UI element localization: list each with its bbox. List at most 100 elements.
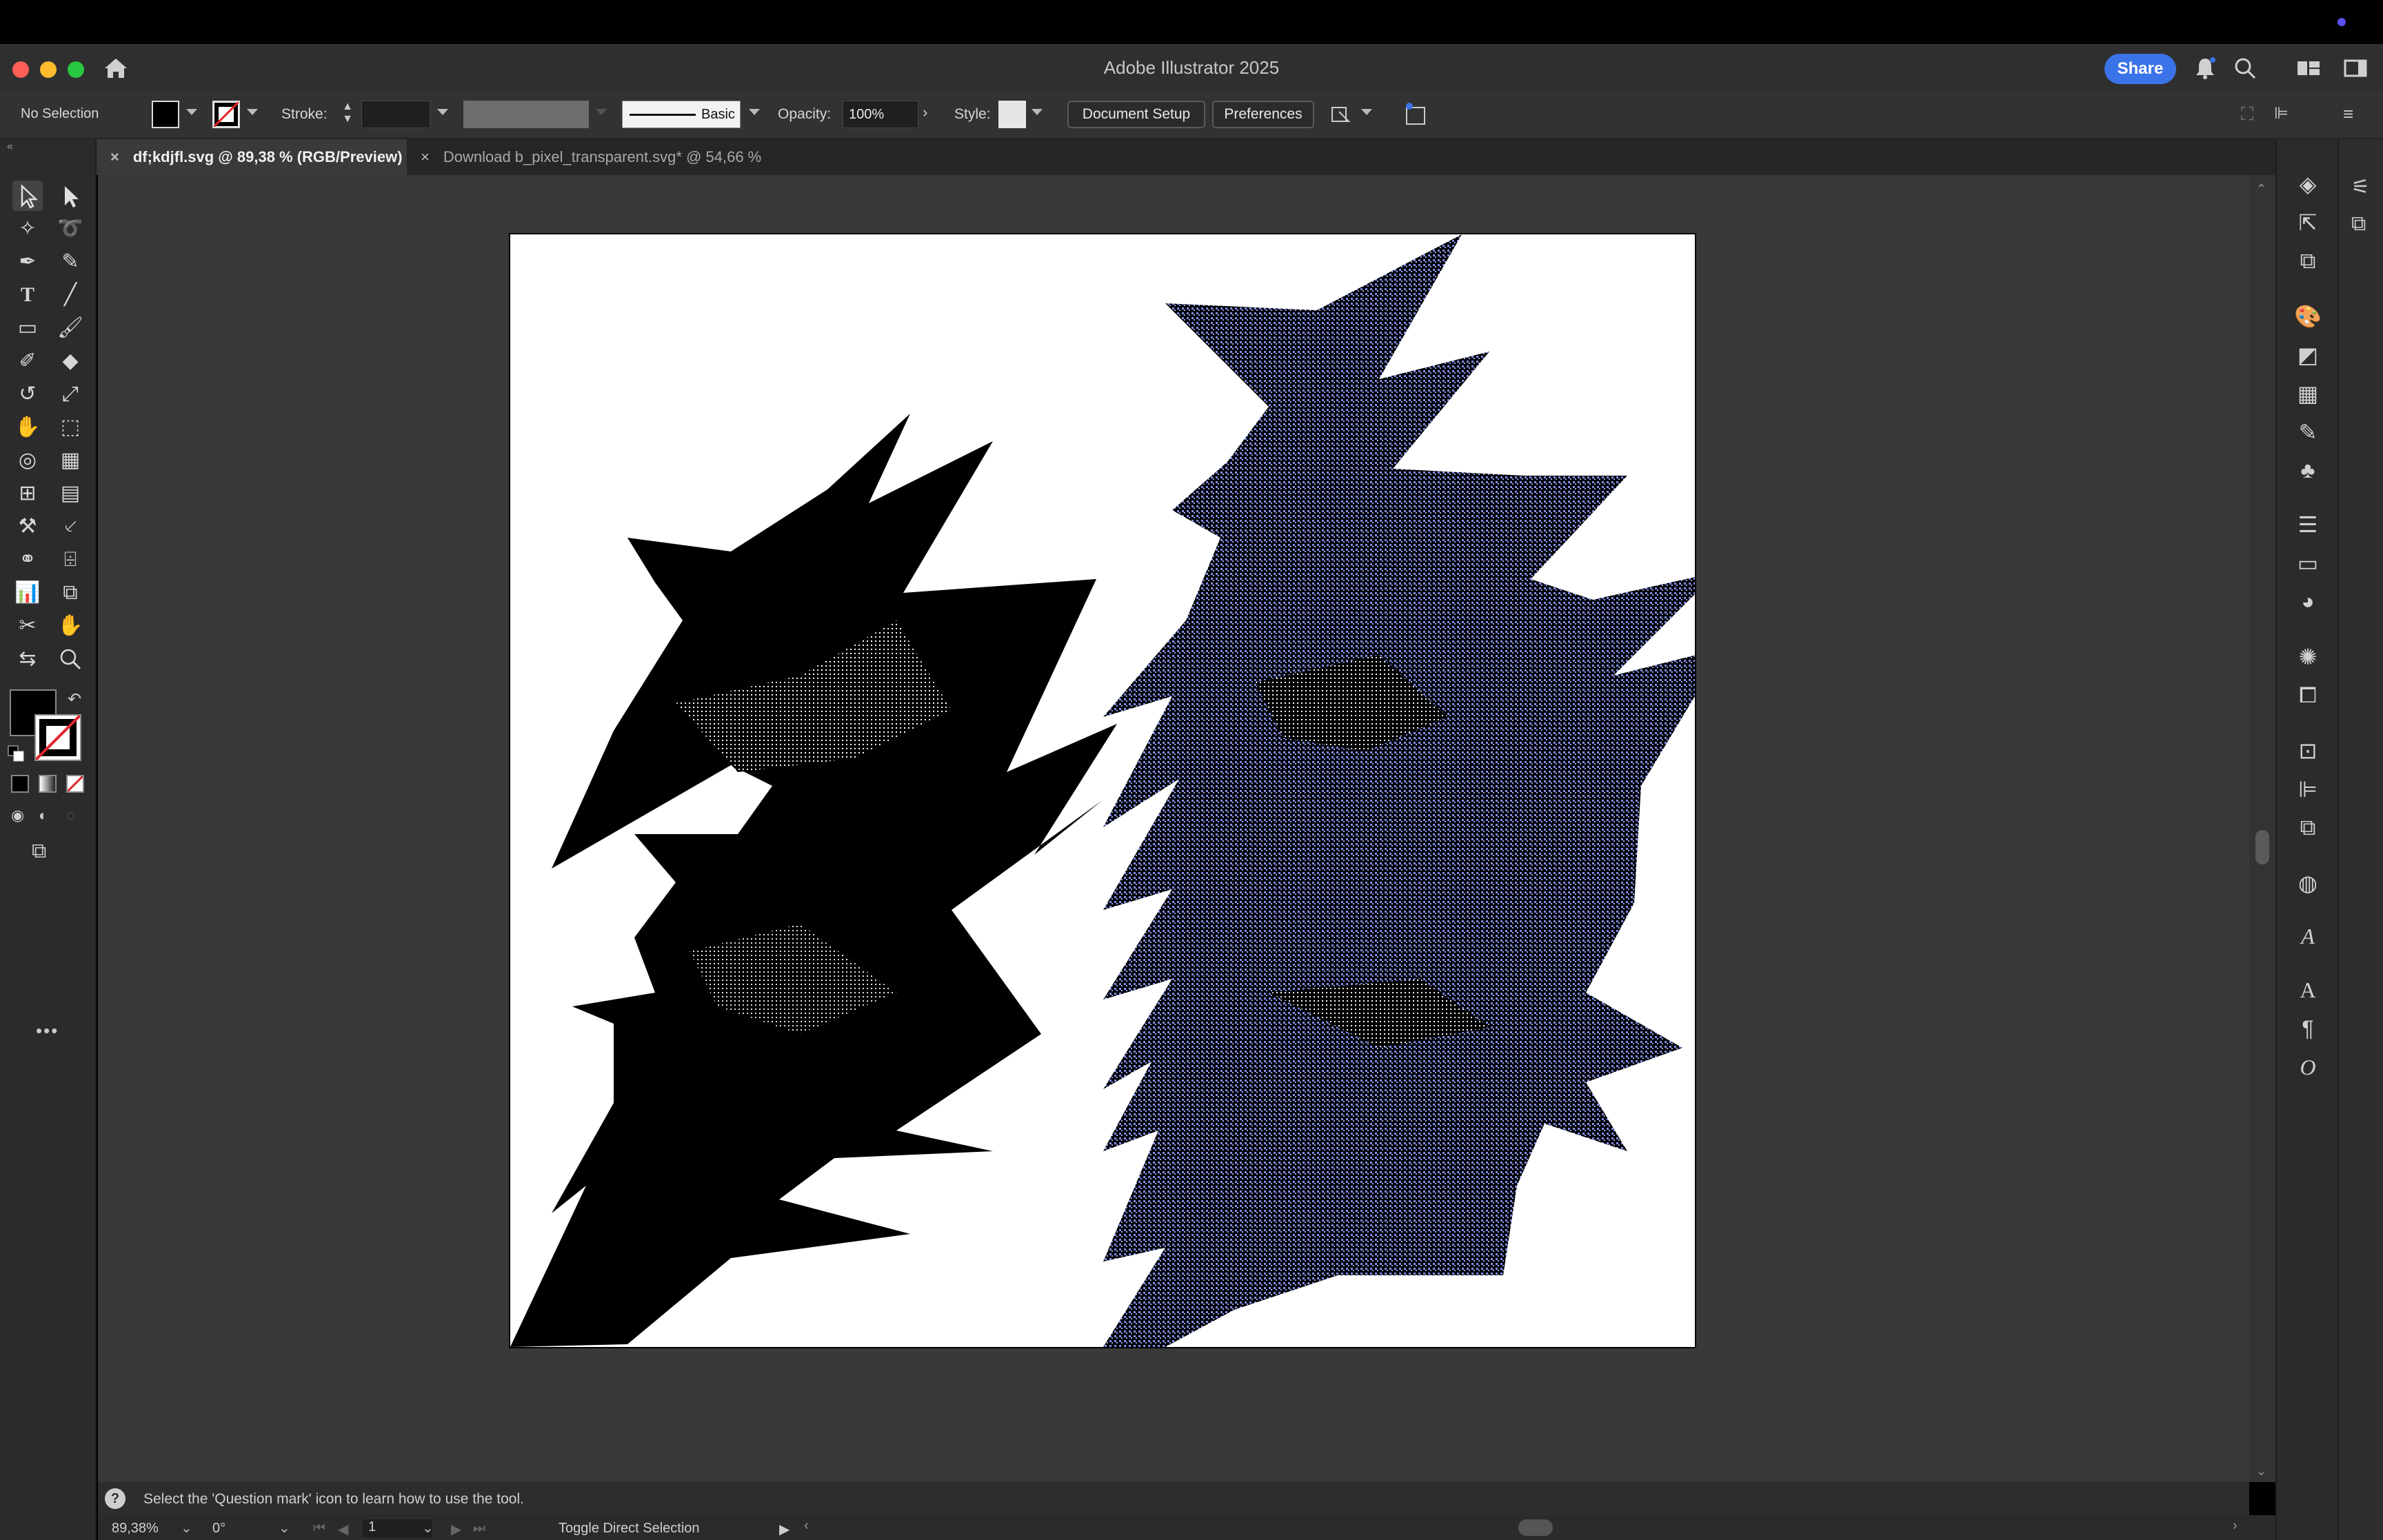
last-artboard-icon[interactable]: ⏭	[473, 1521, 485, 1537]
screen-mode-icon[interactable]: ⧉	[32, 840, 46, 863]
selection-tool-icon[interactable]	[12, 181, 43, 211]
panel-menu-icon[interactable]: ≡	[2343, 103, 2364, 124]
puppet-warp-tool-icon[interactable]: ✋	[12, 412, 43, 443]
swatches-panel-icon[interactable]: ▦	[2277, 381, 2339, 407]
properties-sliders-icon[interactable]: ⚟	[2351, 175, 2370, 199]
symbols-panel-icon[interactable]: ♣	[2277, 458, 2339, 483]
close-tab-icon[interactable]: ×	[110, 148, 119, 165]
paintbrush-tool-icon[interactable]: 🖌	[55, 313, 86, 343]
character-styles-panel-icon[interactable]: A	[2277, 924, 2339, 949]
arrange-chevron-icon[interactable]	[1361, 109, 1372, 115]
draw-inside-icon[interactable]: ◌	[66, 807, 75, 824]
draw-behind-icon[interactable]: ◐	[39, 807, 48, 824]
bell-icon[interactable]	[2193, 56, 2218, 81]
workspace-switcher-icon[interactable]	[2296, 57, 2321, 79]
scale-tool-icon[interactable]: ⤢	[55, 379, 86, 409]
next-artboard-icon[interactable]: ▶	[451, 1521, 461, 1538]
column-graph-tool-icon[interactable]: 📊	[12, 578, 43, 608]
graphic-style-swatch[interactable]	[998, 101, 1026, 128]
stroke-color-box[interactable]	[34, 714, 81, 761]
line-segment-tool-icon[interactable]: ╱	[55, 280, 86, 310]
search-icon[interactable]	[2233, 56, 2258, 81]
tab-document-1[interactable]: × df;kdjfl.svg @ 89,38 % (RGB/Preview)	[97, 139, 407, 175]
rotation-chevron-icon[interactable]: ⌄	[279, 1519, 290, 1537]
curvature-tool-icon[interactable]: ✎	[55, 247, 86, 277]
brush-definition[interactable]: Basic	[622, 101, 741, 128]
type-tool-icon[interactable]: T	[12, 280, 43, 310]
stroke-dropdown-chevron-icon[interactable]	[247, 109, 258, 115]
align-panel-icon[interactable]: ⊡	[2277, 738, 2339, 764]
edit-toolbar-icon[interactable]: •••	[36, 1020, 59, 1042]
draw-normal-icon[interactable]: ◉	[11, 807, 24, 824]
measure-tool-icon[interactable]: ⚒	[12, 511, 43, 542]
horizontal-scroll-thumb[interactable]	[1518, 1519, 1553, 1536]
eyedropper-tool-icon[interactable]: ⸔	[55, 511, 86, 542]
stroke-weight-stepper[interactable]: ▲ ▼	[338, 101, 357, 128]
symbol-sprayer-tool-icon[interactable]: ⌹	[55, 545, 86, 575]
artwork[interactable]	[510, 234, 1724, 1347]
properties-panel-icon[interactable]: ⧉	[2277, 248, 2339, 274]
opentype-panel-icon[interactable]: O	[2277, 1055, 2339, 1080]
scroll-up-chevron-icon[interactable]: ⌃	[2256, 182, 2266, 196]
gradient-panel-icon[interactable]: ▭	[2277, 550, 2339, 576]
export-panel-icon[interactable]: ⇱	[2277, 210, 2339, 236]
pathfinder-panel-icon[interactable]: ⊫	[2277, 776, 2339, 802]
stroke-swatch[interactable]	[212, 101, 240, 128]
style-chevron-icon[interactable]	[1032, 109, 1043, 115]
zoom-level-field[interactable]: 89,38%	[112, 1521, 159, 1537]
brush-chevron-icon[interactable]	[749, 109, 760, 115]
layers-panel-icon[interactable]: ◈	[2277, 171, 2339, 197]
transform-icon[interactable]: ⛶	[2241, 103, 2262, 124]
first-artboard-icon[interactable]: ⏮	[313, 1521, 325, 1537]
rotate-tool-icon[interactable]: ↺	[12, 379, 43, 409]
vertical-scroll-thumb[interactable]	[2255, 830, 2269, 864]
color-mode-icon[interactable]	[11, 775, 29, 793]
shaper-tool-icon[interactable]: ✐	[12, 346, 43, 376]
close-tab-icon[interactable]: ×	[421, 148, 430, 165]
fill-dropdown-chevron-icon[interactable]	[186, 109, 197, 115]
libraries-icon[interactable]: ⧉	[2351, 212, 2366, 236]
scroll-down-chevron-icon[interactable]: ⌄	[2256, 1464, 2266, 1479]
scroll-right-chevron-icon[interactable]: ›	[2233, 1518, 2238, 1534]
stroke-weight-field[interactable]	[361, 101, 430, 128]
transform-panel-icon[interactable]: ⧉	[2277, 815, 2339, 841]
color-panel-icon[interactable]: 🎨	[2277, 303, 2339, 330]
collapse-panel-icon[interactable]: «	[7, 141, 13, 153]
appearance-panel-icon[interactable]: ✺	[2277, 644, 2339, 670]
lasso-tool-icon[interactable]: ➰	[55, 214, 86, 244]
pen-tool-icon[interactable]: ✒	[12, 247, 43, 277]
width-tool-icon[interactable]: ⇆	[12, 644, 43, 674]
puppet-warp-icon[interactable]	[1402, 101, 1430, 128]
variable-width-chevron-icon[interactable]	[596, 109, 607, 115]
magic-wand-tool-icon[interactable]: ✧	[12, 214, 43, 244]
slice-tool-icon[interactable]: ✂	[12, 611, 43, 641]
color-guide-panel-icon[interactable]: ◩	[2277, 342, 2339, 368]
vertical-scrollbar[interactable]: ⌃ ⌄	[2249, 175, 2275, 1482]
default-colors-icon[interactable]	[7, 744, 25, 762]
eraser-tool-icon[interactable]: ◆	[55, 346, 86, 376]
gradient-mode-icon[interactable]	[39, 775, 57, 793]
scroll-left-chevron-icon[interactable]: ‹	[804, 1518, 809, 1534]
artboard-tool-icon[interactable]: ⧉	[55, 578, 86, 608]
opacity-chevron-icon[interactable]: ›	[923, 103, 927, 121]
question-mark-icon[interactable]: ?	[105, 1488, 125, 1509]
align-icon[interactable]: ⊫	[2274, 103, 2295, 124]
shape-builder-tool-icon[interactable]: ◎	[12, 445, 43, 476]
gradient-tool-icon[interactable]: ▤	[55, 478, 86, 509]
artboard-number-field[interactable]: 1	[363, 1519, 432, 1537]
zoom-chevron-icon[interactable]: ⌄	[181, 1519, 192, 1537]
character-panel-icon[interactable]: A	[2277, 977, 2339, 1003]
variable-width-profile[interactable]	[463, 101, 589, 128]
document-setup-button[interactable]: Document Setup	[1067, 101, 1205, 128]
perspective-grid-tool-icon[interactable]: ▦	[55, 445, 86, 476]
artboard-chevron-icon[interactable]: ⌄	[422, 1519, 434, 1537]
panel-toggle-icon[interactable]	[2343, 57, 2368, 79]
opacity-field[interactable]: 100%	[843, 101, 918, 128]
none-mode-icon[interactable]	[66, 775, 84, 793]
blend-tool-icon[interactable]: ⚭	[12, 545, 43, 575]
preferences-button[interactable]: Preferences	[1212, 101, 1314, 128]
paragraph-panel-icon[interactable]: ¶	[2277, 1016, 2339, 1042]
swap-colors-icon[interactable]: ↶	[68, 689, 81, 709]
status-menu-icon[interactable]: ▶	[779, 1521, 790, 1538]
previous-artboard-icon[interactable]: ◀	[338, 1521, 348, 1538]
